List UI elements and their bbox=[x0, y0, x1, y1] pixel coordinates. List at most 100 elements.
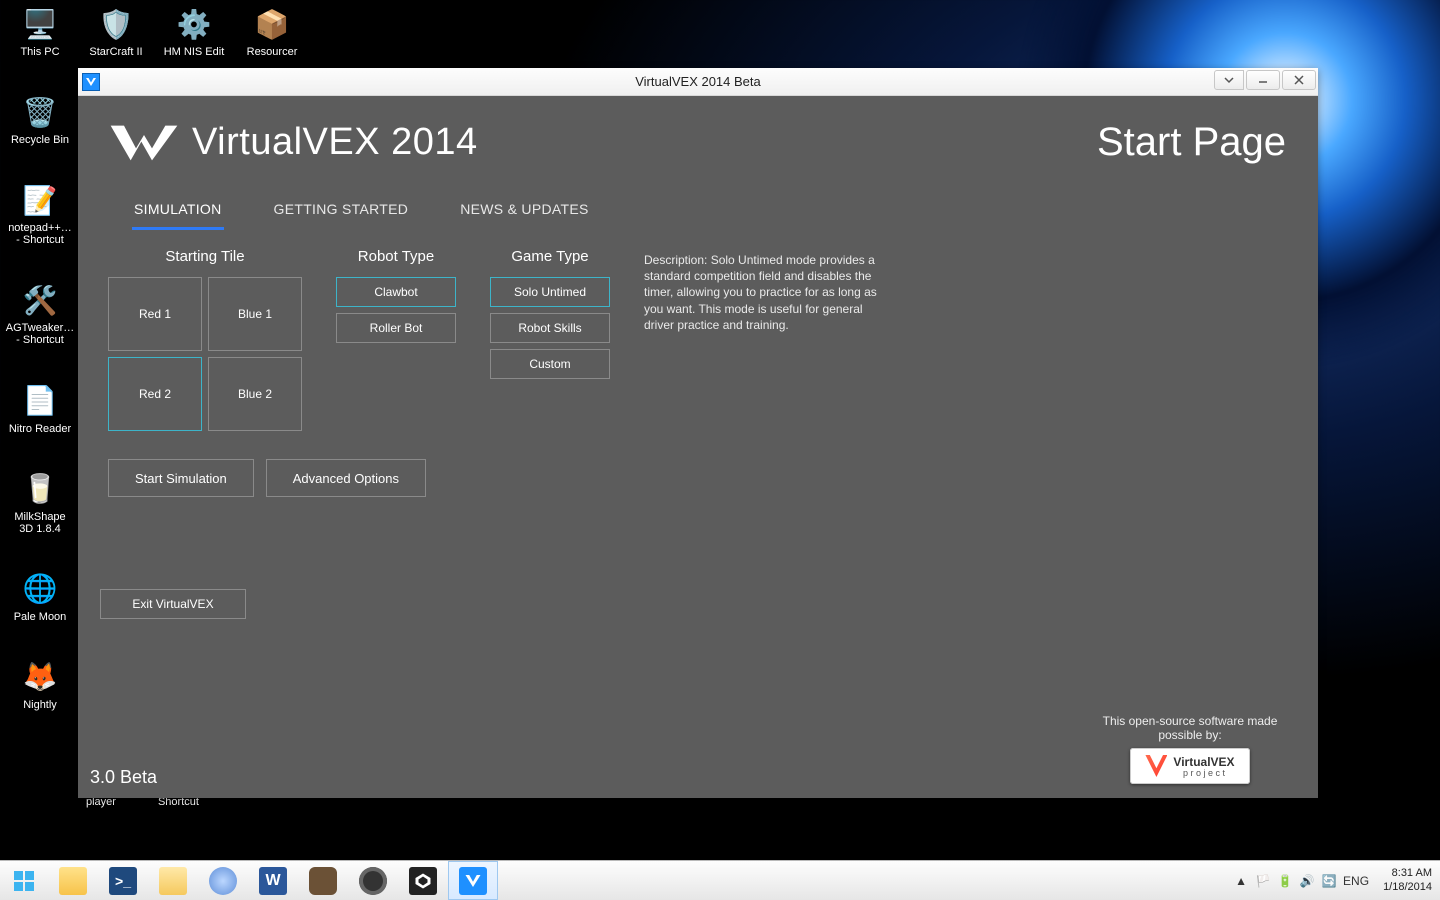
credit-panel: This open-source software made possible … bbox=[1090, 714, 1290, 784]
flag-icon[interactable]: 🏳️ bbox=[1255, 873, 1271, 889]
system-tray[interactable]: ▲ 🏳️ 🔋 🔊 🔄 ENG bbox=[1225, 861, 1375, 900]
credit-logo-sub: p r o j e c t bbox=[1173, 769, 1234, 778]
taskbar-items: >_ W bbox=[48, 861, 498, 900]
robot-rollerbot[interactable]: Roller Bot bbox=[336, 313, 456, 343]
trash-icon: 🗑️ bbox=[20, 92, 60, 132]
game-custom[interactable]: Custom bbox=[490, 349, 610, 379]
game-icon: 🛡️ bbox=[96, 4, 136, 44]
monitor-icon: 🖥️ bbox=[20, 4, 60, 44]
desktop-icon-milkshape[interactable]: 🥛 MilkShape 3D 1.8.4 bbox=[6, 469, 74, 535]
tile-red2[interactable]: Red 2 bbox=[108, 357, 202, 431]
desktop-icon-palemoon[interactable]: 🌐 Pale Moon bbox=[6, 569, 74, 623]
start-simulation-button[interactable]: Start Simulation bbox=[108, 459, 254, 497]
icon-label: This PC bbox=[20, 46, 59, 58]
battery-icon[interactable]: 🔋 bbox=[1277, 873, 1293, 889]
desktop-icon-starcraft[interactable]: 🛡️ StarCraft II bbox=[80, 4, 152, 58]
mode-description: Description: Solo Untimed mode provides … bbox=[644, 252, 894, 431]
virtualvex-icon bbox=[459, 867, 487, 895]
virtualvex-project-logo: VirtualVEX p r o j e c t bbox=[1130, 748, 1250, 784]
version-label: 3.0 Beta bbox=[90, 767, 157, 788]
windows-logo-icon bbox=[12, 869, 36, 893]
taskbar-file-explorer[interactable] bbox=[48, 861, 98, 900]
desktop-top-row: 🛡️ StarCraft II ⚙️ HM NIS Edit 📦 Resourc… bbox=[80, 4, 308, 58]
icon-label: Pale Moon bbox=[14, 611, 67, 623]
tile-red1[interactable]: Red 1 bbox=[108, 277, 202, 351]
desktop-icon-notepadpp[interactable]: 📝 notepad++… - Shortcut bbox=[6, 180, 74, 246]
folder-icon bbox=[59, 867, 87, 895]
robot-clawbot[interactable]: Clawbot bbox=[336, 277, 456, 307]
tile-blue1[interactable]: Blue 1 bbox=[208, 277, 302, 351]
window-titlebar[interactable]: VirtualVEX 2014 Beta bbox=[78, 68, 1318, 96]
desktop-icon-agtweaker[interactable]: 🛠️ AGTweaker… - Shortcut bbox=[6, 280, 74, 346]
advanced-options-button[interactable]: Advanced Options bbox=[266, 459, 426, 497]
clock-time: 8:31 AM bbox=[1392, 867, 1432, 880]
app-name: VirtualVEX 2014 bbox=[192, 121, 478, 164]
taskbar: >_ W ▲ 🏳️ 🔋 🔊 🔄 ENG 8:31 AM 1/18/2014 bbox=[0, 860, 1440, 900]
taskbar-unity[interactable] bbox=[398, 861, 448, 900]
pdf-icon: 📄 bbox=[20, 381, 60, 421]
icon-label: Nitro Reader bbox=[9, 423, 71, 435]
virtualvex-logo-icon bbox=[110, 123, 178, 163]
credit-text: This open-source software made possible … bbox=[1090, 714, 1290, 742]
close-button[interactable] bbox=[1282, 70, 1316, 90]
desktop-icon-nitro-reader[interactable]: 📄 Nitro Reader bbox=[6, 381, 74, 435]
icon-label: Resourcer bbox=[247, 46, 298, 58]
globe-icon bbox=[209, 867, 237, 895]
desktop-icon-nightly[interactable]: 🦊 Nightly bbox=[6, 657, 74, 711]
clock-date: 1/18/2014 bbox=[1383, 881, 1432, 894]
desktop-icon-resourcer[interactable]: 📦 Resourcer bbox=[236, 4, 308, 58]
taskbar-powershell[interactable]: >_ bbox=[98, 861, 148, 900]
column-heading: Starting Tile bbox=[165, 248, 244, 265]
desktop-left-icons: 🖥️ This PC 🗑️ Recycle Bin 📝 notepad++… -… bbox=[6, 4, 82, 711]
column-heading: Game Type bbox=[511, 248, 588, 265]
icon-label: HM NIS Edit bbox=[164, 46, 225, 58]
taskbar-virtualvex[interactable] bbox=[448, 861, 498, 900]
virtualvex-window: VirtualVEX 2014 Beta VirtualVEX 2014 Sta… bbox=[78, 68, 1318, 798]
start-button[interactable] bbox=[0, 861, 48, 900]
folder-icon bbox=[159, 867, 187, 895]
window-title: VirtualVEX 2014 Beta bbox=[78, 74, 1318, 89]
window-menu-button[interactable] bbox=[1214, 70, 1244, 90]
icon-label: Nightly bbox=[23, 699, 57, 711]
tab-simulation[interactable]: SIMULATION bbox=[132, 201, 224, 230]
icon-label: StarCraft II bbox=[89, 46, 142, 58]
taskbar-browser[interactable] bbox=[198, 861, 248, 900]
tray-language[interactable]: ENG bbox=[1343, 874, 1369, 888]
icon-label: AGTweaker… - Shortcut bbox=[6, 322, 74, 346]
package-icon: 📦 bbox=[252, 4, 292, 44]
taskbar-folder[interactable] bbox=[148, 861, 198, 900]
desktop-icon-this-pc[interactable]: 🖥️ This PC bbox=[6, 4, 74, 58]
taskbar-clock[interactable]: 8:31 AM 1/18/2014 bbox=[1375, 861, 1440, 900]
app-brand: VirtualVEX 2014 bbox=[110, 121, 478, 164]
tab-news-updates[interactable]: NEWS & UPDATES bbox=[458, 201, 590, 230]
powershell-icon: >_ bbox=[109, 867, 137, 895]
tools-icon: 🛠️ bbox=[20, 280, 60, 320]
icon-label: Recycle Bin bbox=[11, 134, 69, 146]
vv-mark-icon bbox=[1145, 755, 1167, 777]
tray-arrow-icon[interactable]: ▲ bbox=[1233, 873, 1249, 889]
icon-label: notepad++… - Shortcut bbox=[8, 222, 72, 246]
tile-blue2[interactable]: Blue 2 bbox=[208, 357, 302, 431]
sync-icon[interactable]: 🔄 bbox=[1321, 873, 1337, 889]
game-solo-untimed[interactable]: Solo Untimed bbox=[490, 277, 610, 307]
firefox-nightly-icon: 🦊 bbox=[20, 657, 60, 697]
taskbar-gimp[interactable] bbox=[298, 861, 348, 900]
editor-icon: 📝 bbox=[20, 180, 60, 220]
tab-getting-started[interactable]: GETTING STARTED bbox=[272, 201, 411, 230]
exit-button[interactable]: Exit VirtualVEX bbox=[100, 589, 246, 619]
desktop-icon-recycle-bin[interactable]: 🗑️ Recycle Bin bbox=[6, 92, 74, 146]
starting-tile-column: Starting Tile Red 1 Blue 1 Red 2 Blue 2 bbox=[108, 248, 302, 431]
volume-icon[interactable]: 🔊 bbox=[1299, 873, 1315, 889]
taskbar-word[interactable]: W bbox=[248, 861, 298, 900]
game-robot-skills[interactable]: Robot Skills bbox=[490, 313, 610, 343]
credit-logo-title: VirtualVEX bbox=[1173, 755, 1234, 769]
desktop-icon-hmnis[interactable]: ⚙️ HM NIS Edit bbox=[158, 4, 230, 58]
globe-icon: 🌐 bbox=[20, 569, 60, 609]
word-icon: W bbox=[259, 867, 287, 895]
column-heading: Robot Type bbox=[358, 248, 434, 265]
gimp-icon bbox=[309, 867, 337, 895]
taskbar-obs[interactable] bbox=[348, 861, 398, 900]
circle-app-icon bbox=[359, 867, 387, 895]
window-client: VirtualVEX 2014 Start Page SIMULATION GE… bbox=[78, 96, 1318, 798]
minimize-button[interactable] bbox=[1246, 70, 1280, 90]
